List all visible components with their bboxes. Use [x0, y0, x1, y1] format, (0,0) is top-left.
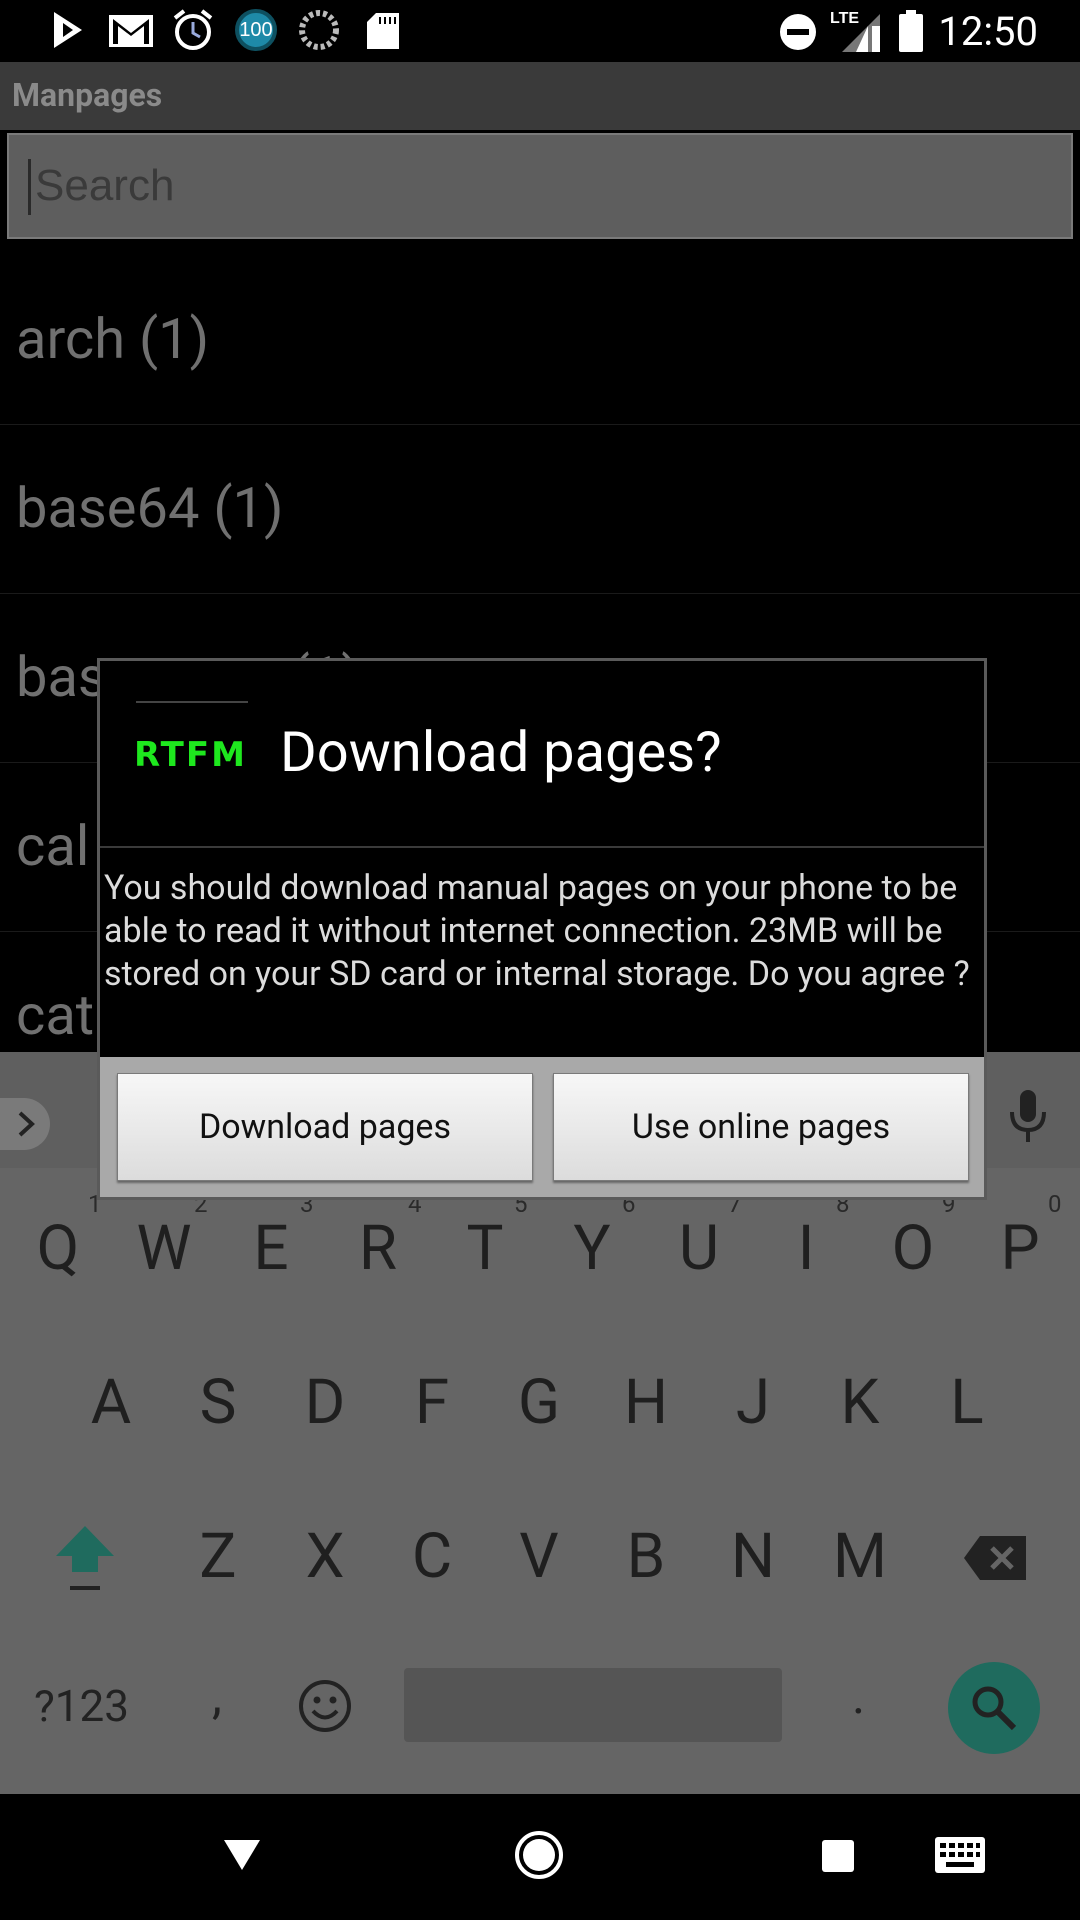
expand-suggestions-button[interactable]: [0, 1098, 50, 1150]
alarm-icon: [173, 9, 213, 50]
shift-icon: [56, 1526, 114, 1590]
download-pages-button[interactable]: Download pages: [117, 1073, 533, 1181]
app-bar: Manpages: [0, 62, 1080, 130]
battery-icon: [899, 10, 923, 52]
chevron-right-icon: [18, 1111, 35, 1137]
backspace-key[interactable]: [962, 1534, 1028, 1582]
search-icon: [972, 1686, 1017, 1731]
key-e[interactable]: E: [226, 1212, 316, 1285]
dialog-header: RTFM Download pages?: [100, 661, 984, 848]
key-o[interactable]: O: [868, 1212, 958, 1285]
sync-icon: [299, 10, 339, 50]
list-item-label: base64 (1): [16, 475, 284, 541]
search-input[interactable]: [35, 153, 1035, 219]
recents-icon[interactable]: [820, 1838, 856, 1874]
key-f[interactable]: F: [387, 1366, 477, 1439]
do-not-disturb-icon: [780, 14, 816, 50]
backspace-icon: [964, 1536, 1026, 1580]
key-v[interactable]: V: [494, 1520, 584, 1593]
list-item[interactable]: arch (1): [0, 256, 1080, 425]
app-logo: RTFM: [134, 735, 247, 775]
key-q[interactable]: Q: [13, 1212, 103, 1285]
emoji-icon[interactable]: [297, 1678, 353, 1734]
use-online-pages-button[interactable]: Use online pages: [553, 1073, 969, 1181]
key-i[interactable]: I: [761, 1212, 851, 1285]
search-action-key[interactable]: [948, 1662, 1040, 1754]
key-a[interactable]: A: [66, 1366, 156, 1439]
key-n[interactable]: N: [708, 1520, 798, 1593]
key-k[interactable]: K: [815, 1366, 905, 1439]
status-time: 12:50: [938, 8, 1038, 55]
home-icon[interactable]: [514, 1830, 564, 1880]
text-cursor: [28, 159, 31, 215]
key-h[interactable]: H: [601, 1366, 691, 1439]
key-d[interactable]: D: [280, 1366, 370, 1439]
key-c[interactable]: C: [387, 1520, 477, 1593]
play-store-icon: [54, 12, 82, 48]
dialog-button-bar: Download pages Use online pages: [100, 1057, 984, 1197]
spacebar-key[interactable]: [404, 1668, 782, 1742]
keyboard-switch-icon[interactable]: [934, 1836, 986, 1874]
key-x[interactable]: X: [280, 1520, 370, 1593]
battery-badge-icon: 100: [235, 9, 277, 51]
key-t[interactable]: T: [440, 1212, 530, 1285]
comma-key[interactable]: ,: [212, 1668, 222, 1726]
symbols-key[interactable]: ?123: [34, 1680, 129, 1732]
key-r[interactable]: R: [333, 1212, 423, 1285]
dialog-message: You should download manual pages on your…: [104, 868, 970, 994]
key-s[interactable]: S: [173, 1366, 263, 1439]
app-title: Manpages: [12, 76, 163, 114]
list-item-label: arch (1): [16, 306, 210, 372]
gmail-icon: [109, 15, 153, 47]
signal-icon: [842, 14, 880, 52]
key-w[interactable]: W: [119, 1212, 209, 1285]
dialog-title: Download pages?: [280, 719, 722, 785]
key-z[interactable]: Z: [173, 1520, 263, 1593]
key-u[interactable]: U: [654, 1212, 744, 1285]
back-icon[interactable]: [220, 1834, 264, 1874]
key-y[interactable]: Y: [547, 1212, 637, 1285]
key-l[interactable]: L: [922, 1366, 1012, 1439]
divider: [136, 701, 248, 703]
sd-card-icon: [367, 13, 399, 49]
download-dialog: RTFM Download pages? You should download…: [97, 658, 987, 1200]
status-bar: 100 LTE 12:50: [0, 0, 1080, 62]
period-key[interactable]: .: [852, 1668, 865, 1726]
microphone-icon[interactable]: [1008, 1088, 1048, 1144]
key-g[interactable]: G: [494, 1366, 584, 1439]
search-box[interactable]: [7, 133, 1073, 239]
key-b[interactable]: B: [601, 1520, 691, 1593]
key-m[interactable]: M: [815, 1520, 905, 1593]
shift-key[interactable]: [50, 1522, 120, 1598]
key-j[interactable]: J: [708, 1366, 798, 1439]
navigation-bar: [0, 1794, 1080, 1920]
list-item[interactable]: base64 (1): [0, 425, 1080, 594]
key-p[interactable]: P: [975, 1212, 1065, 1285]
